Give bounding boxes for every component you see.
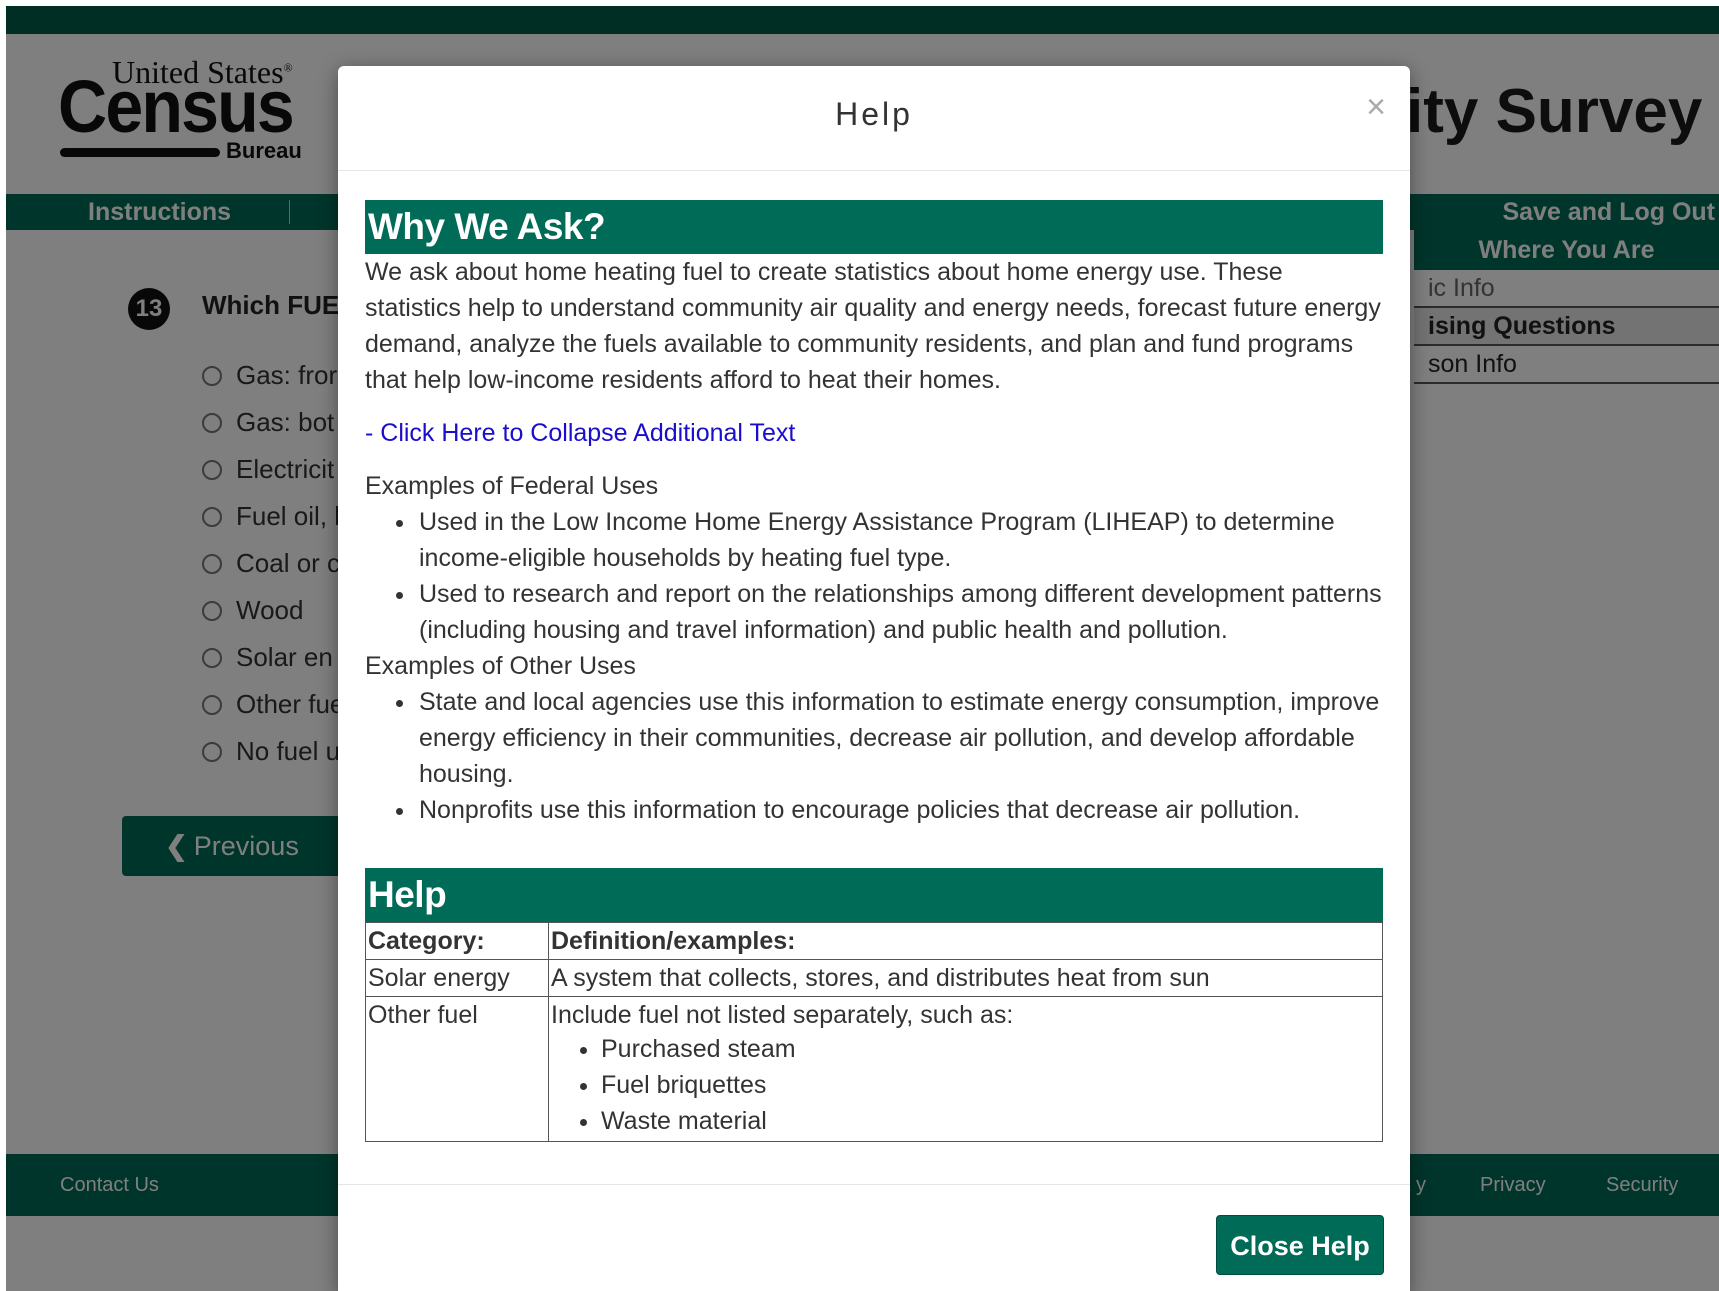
why-we-ask-text: We ask about home heating fuel to create… (365, 258, 1381, 394)
modal-body: Why We Ask? We ask about home heating fu… (365, 200, 1383, 1142)
help-heading: Help (365, 868, 1383, 922)
modal-footer: Close Help (338, 1184, 1410, 1291)
table-cell-category: Other fuel (365, 996, 549, 1142)
help-section: Help Category: Definition/examples: Sola… (365, 868, 1383, 1142)
list-item: Used in the Low Income Home Energy Assis… (417, 504, 1383, 576)
table-cell-definition: Include fuel not listed separately, such… (548, 996, 1383, 1142)
collapse-text-link[interactable]: - Click Here to Collapse Additional Text (365, 416, 1383, 450)
other-uses-heading: Examples of Other Uses (365, 652, 636, 680)
table-cell-category: Solar energy (365, 959, 549, 997)
table-header-definition: Definition/examples: (548, 922, 1383, 960)
help-modal: Help × Why We Ask? We ask about home hea… (338, 66, 1410, 1291)
list-item: Purchased steam (601, 1031, 1380, 1067)
definition-text: Include fuel not listed separately, such… (551, 1001, 1014, 1029)
help-table: Category: Definition/examples: Solar ene… (365, 922, 1383, 1142)
definition-list: Purchased steam Fuel briquettes Waste ma… (551, 1031, 1380, 1139)
modal-title: Help (835, 96, 913, 132)
other-uses-list: State and local agencies use this inform… (365, 684, 1383, 828)
table-cell-definition: A system that collects, stores, and dist… (548, 959, 1383, 997)
list-item: Used to research and report on the relat… (417, 576, 1383, 648)
list-item: Fuel briquettes (601, 1067, 1380, 1103)
page-frame: United States® Census Bureau ity Survey … (6, 6, 1719, 1291)
close-icon[interactable]: × (1366, 88, 1386, 127)
list-item: State and local agencies use this inform… (417, 684, 1383, 792)
modal-header: Help × (338, 66, 1410, 171)
federal-uses-list: Used in the Low Income Home Energy Assis… (365, 504, 1383, 648)
federal-uses-heading: Examples of Federal Uses (365, 472, 659, 500)
table-header-category: Category: (365, 922, 549, 960)
list-item: Waste material (601, 1103, 1380, 1139)
why-we-ask-heading: Why We Ask? (365, 200, 1383, 254)
list-item: Nonprofits use this information to encou… (417, 792, 1383, 828)
table-row: Other fuel Include fuel not listed separ… (365, 996, 1383, 1142)
close-help-button[interactable]: Close Help (1216, 1215, 1384, 1275)
table-row: Solar energy A system that collects, sto… (365, 959, 1383, 997)
table-header-row: Category: Definition/examples: (365, 922, 1383, 960)
